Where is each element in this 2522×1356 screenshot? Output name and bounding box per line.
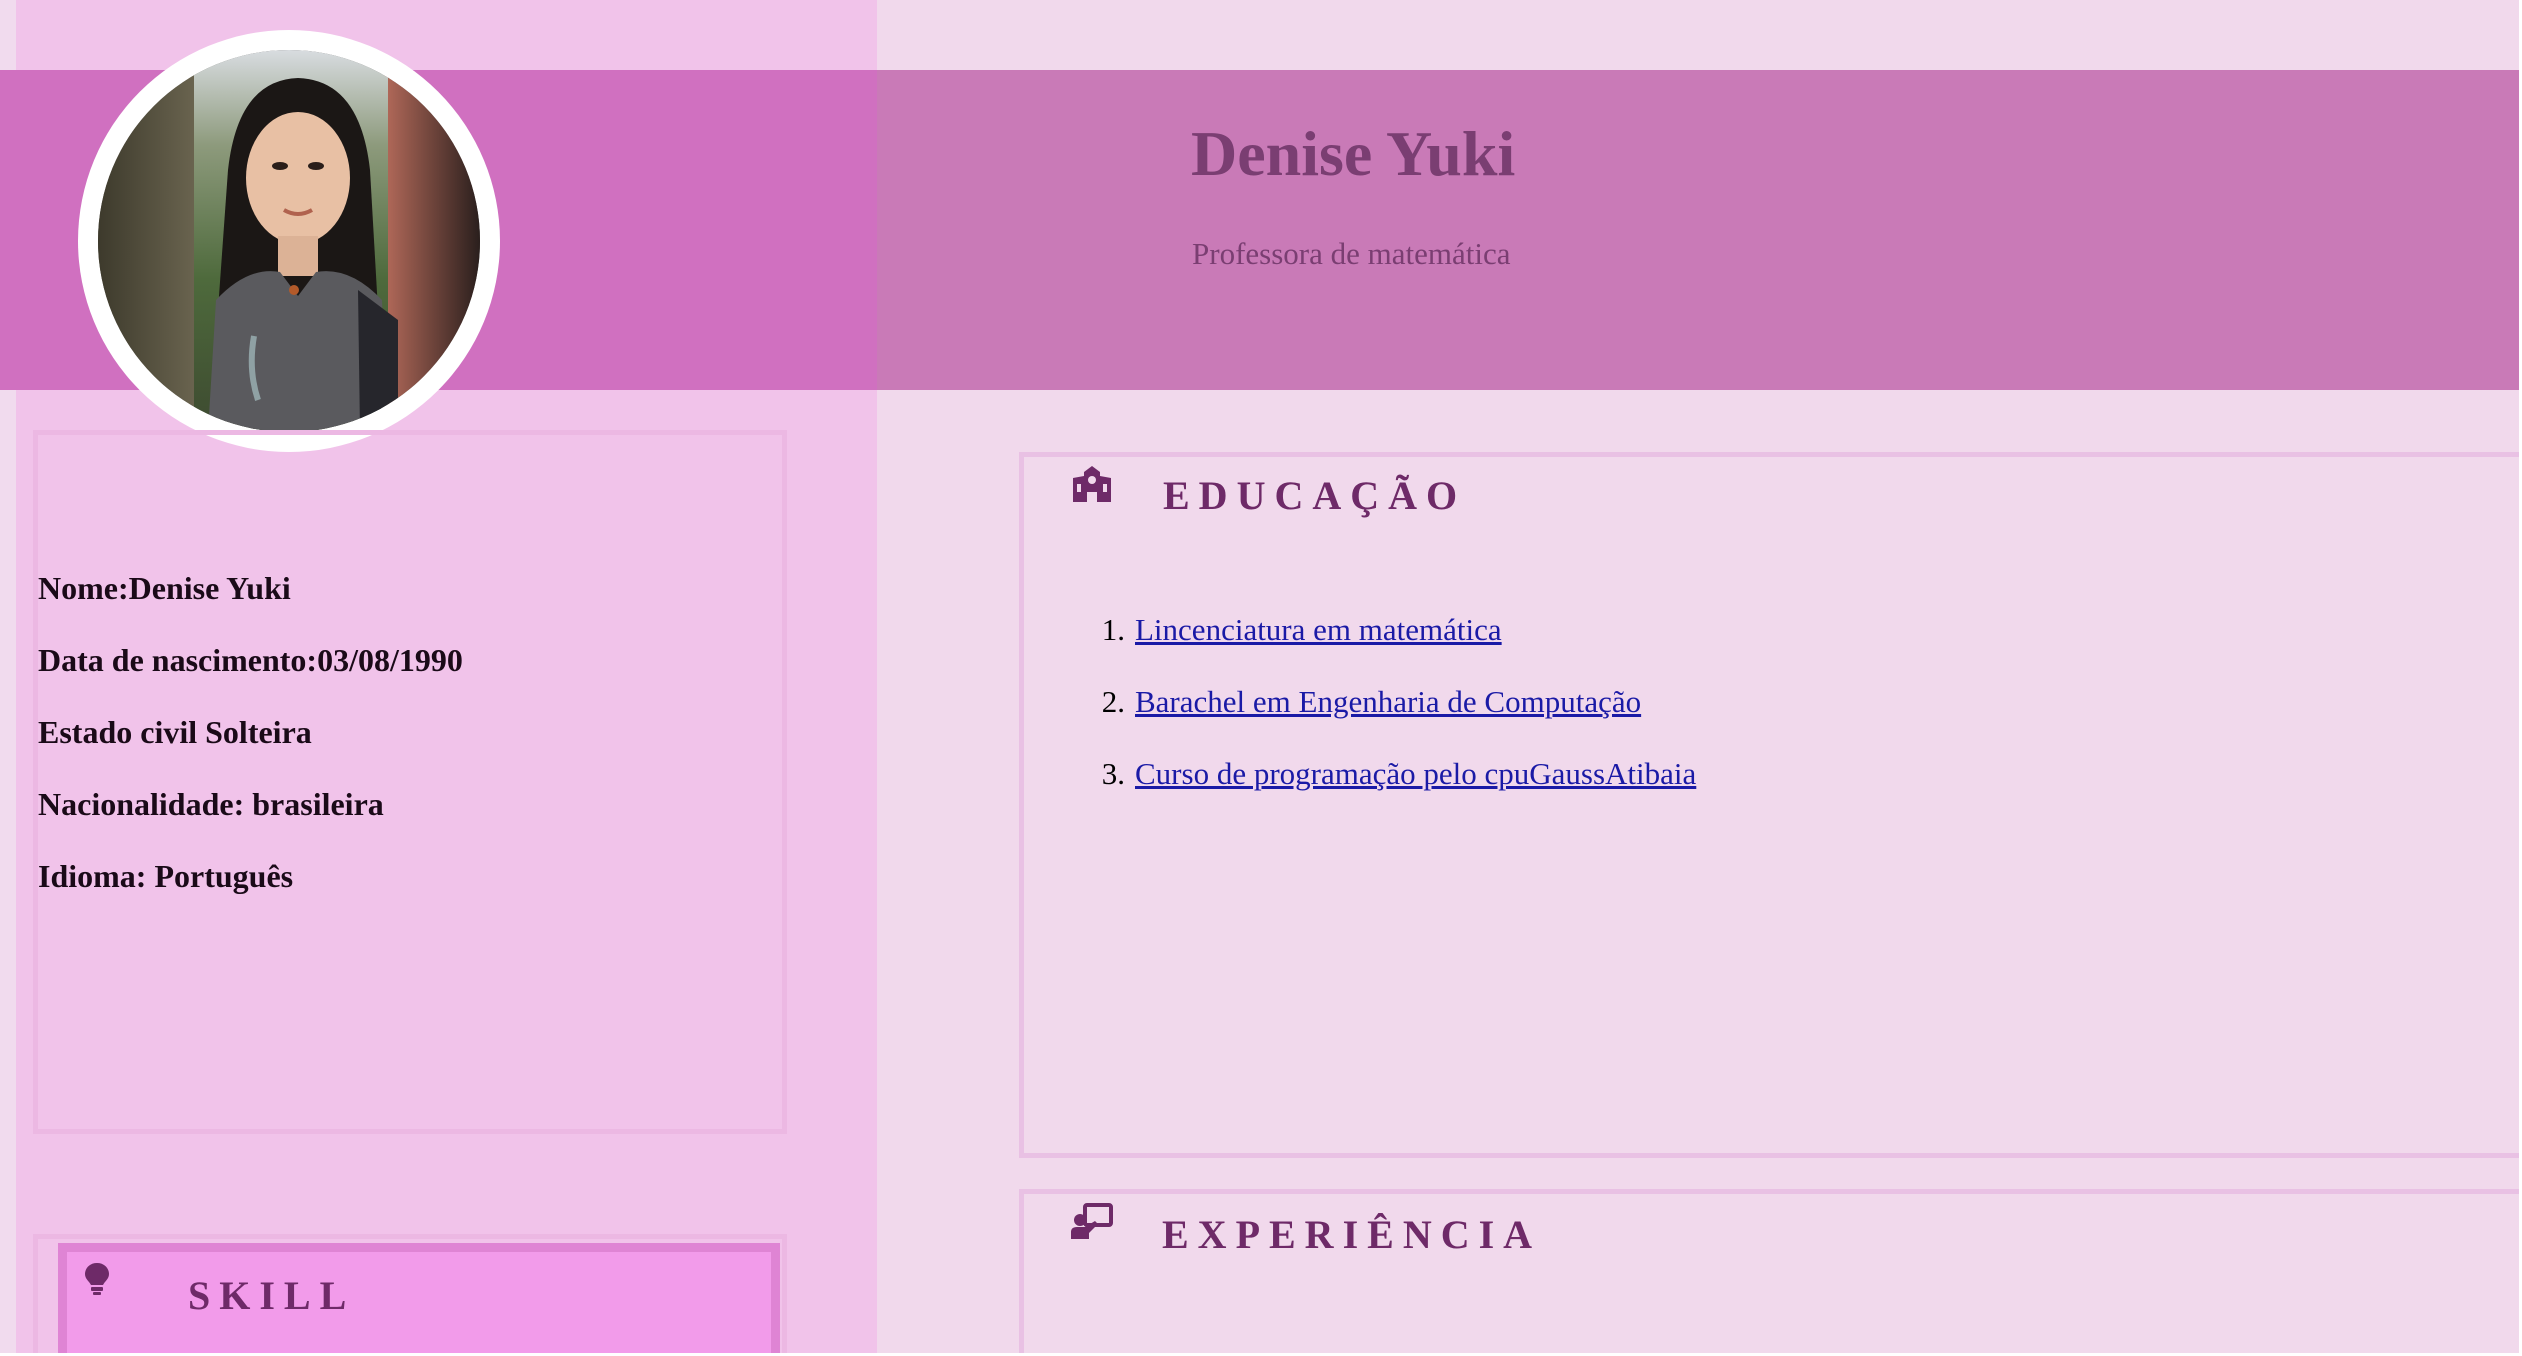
resume-page: Denise Yuki Professora de matemática Nom… xyxy=(0,0,2522,1356)
list-item-number: 1. xyxy=(1101,612,1125,647)
list-item-number: 3. xyxy=(1101,756,1125,791)
experience-heading: EXPERIÊNCIA xyxy=(1162,1212,1542,1257)
avatar-photo xyxy=(98,50,480,432)
portrait-image xyxy=(98,50,480,432)
list-item: 3. Curso de programação pelo cpuGaussAtib… xyxy=(1083,756,1697,828)
skill-heading: SKILL xyxy=(188,1273,356,1318)
info-name: Nome:Denise Yuki xyxy=(38,570,291,606)
education-link-computer-engineering[interactable]: Barachel em Engenharia de Computação xyxy=(1135,684,1641,719)
list-item: 2. Barachel em Engenharia de Computação xyxy=(1083,684,1696,756)
info-birth-date: Data de nascimento:03/08/1990 xyxy=(38,642,463,678)
skill-header-box xyxy=(58,1243,780,1356)
info-language: Idioma: Português xyxy=(38,858,294,894)
list-item: 1. Lincenciatura em matemática xyxy=(1083,612,1696,684)
education-list: 1. Lincenciatura em matemática 2. Barachel… xyxy=(1083,612,1697,828)
avatar xyxy=(78,30,500,452)
education-heading: EDUCAÇÃO xyxy=(1163,473,1467,518)
school-icon xyxy=(1071,466,1113,502)
teacher-board-icon xyxy=(1071,1203,1113,1239)
personal-info-panel xyxy=(33,430,787,1134)
profile-name-heading: Denise Yuki xyxy=(1191,118,1516,189)
education-link-math-degree[interactable]: Lincenciatura em matemática xyxy=(1135,612,1502,647)
info-marital-status: Estado civil Solteira xyxy=(38,714,312,750)
education-link-programming-course[interactable]: Curso de programação pelo cpuGaussAtibai… xyxy=(1135,756,1696,791)
info-nationality: Nacionalidade: brasileira xyxy=(38,786,384,822)
profile-role-subtitle: Professora de matemática xyxy=(1192,236,1511,271)
lightbulb-icon xyxy=(84,1262,110,1296)
list-item-number: 2. xyxy=(1101,684,1125,719)
